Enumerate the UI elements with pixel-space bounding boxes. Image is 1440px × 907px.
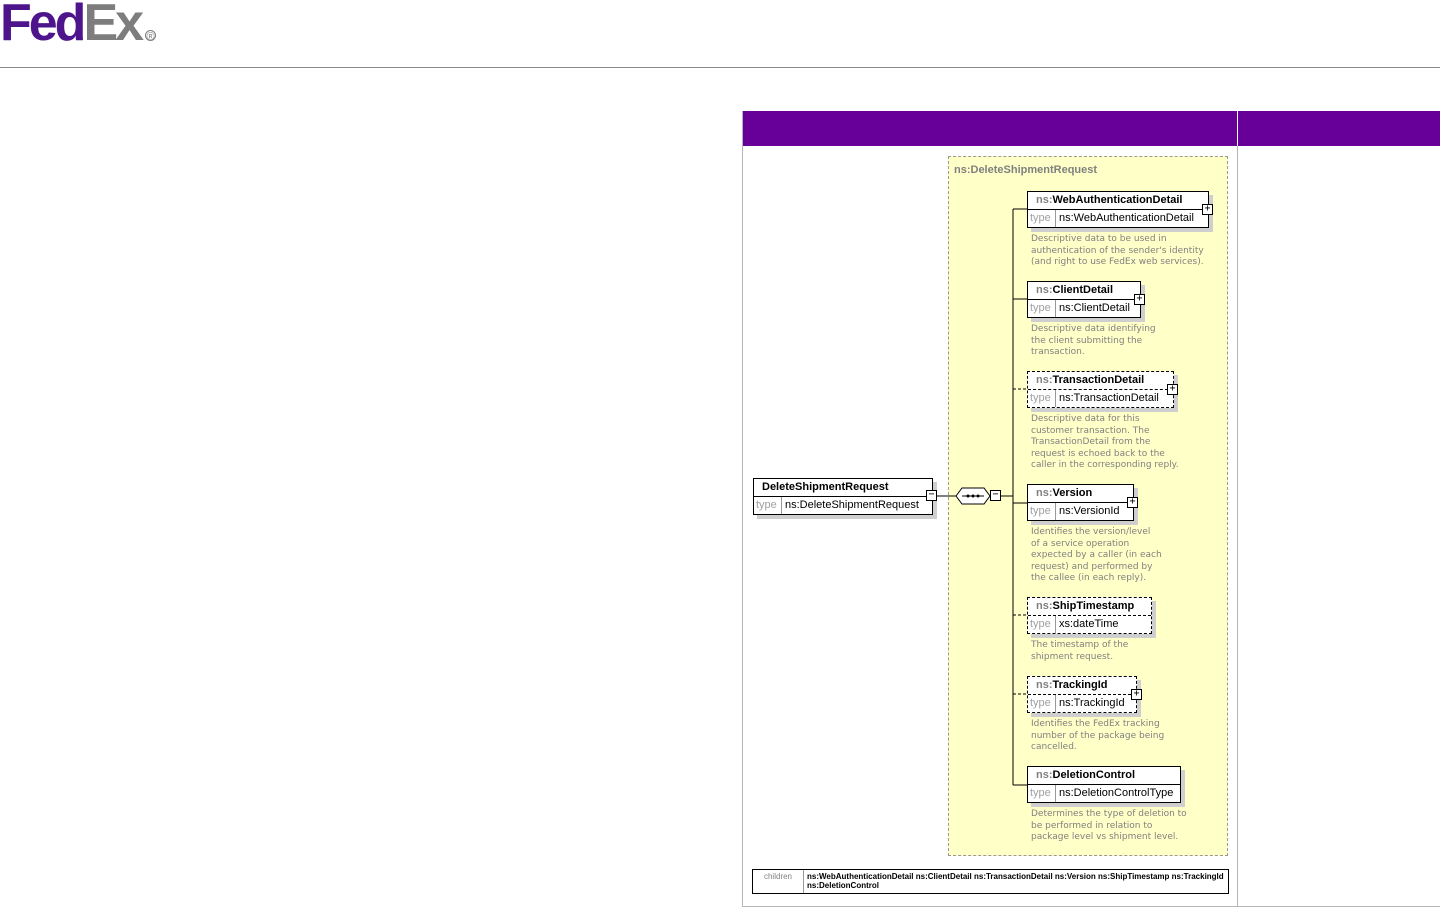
children-label: children (753, 870, 804, 893)
element-description: The timestamp of the shipment request. (1031, 640, 1129, 662)
expand-icon[interactable]: + (1131, 689, 1142, 700)
element-description: Descriptive data identifying the client s… (1031, 324, 1156, 357)
element-description: Identifies the FedEx tracking number of t… (1031, 719, 1165, 752)
element-transaction-detail[interactable]: ns:TransactionDetail type ns:TransactionD… (1027, 371, 1174, 408)
element-tracking-id[interactable]: ns:TrackingId type ns:TrackingId (1027, 676, 1137, 713)
root-element[interactable]: DeleteShipmentRequest type ns:DeleteShipm… (753, 478, 933, 515)
element-client-detail[interactable]: ns:ClientDetail type ns:ClientDetail (1027, 281, 1141, 318)
element-deletion-control[interactable]: ns:DeletionControl type ns:DeletionContro… (1027, 766, 1181, 803)
expand-icon[interactable]: + (1127, 497, 1138, 508)
root-element-name: DeleteShipmentRequest (762, 481, 889, 493)
element-ship-timestamp[interactable]: ns:ShipTimestamp type xs:dateTime (1027, 597, 1152, 634)
element-description: Determines the type of deletion to be per… (1031, 809, 1187, 842)
element-description: Identifies the version/level of a service… (1031, 527, 1162, 583)
collapse-icon[interactable]: − (990, 490, 1001, 501)
children-list: ns:WebAuthenticationDetail ns:ClientDeta… (807, 872, 1224, 890)
element-description: Descriptive data for this customer transa… (1031, 414, 1179, 470)
collapse-icon[interactable]: − (926, 490, 937, 501)
expand-icon[interactable]: + (1134, 294, 1145, 305)
expand-icon[interactable]: + (1167, 384, 1178, 395)
root-type-value: ns:DeleteShipmentRequest (785, 499, 919, 511)
type-key: type (754, 497, 782, 514)
expand-icon[interactable]: + (1202, 204, 1213, 215)
element-version[interactable]: ns:Version type ns:VersionId (1027, 484, 1134, 521)
connector-lines (936, 208, 1027, 786)
element-web-authentication-detail[interactable]: ns:WebAuthenticationDetail type ns:WebAut… (1027, 191, 1209, 228)
children-box: children ns:WebAuthenticationDetail ns:C… (752, 869, 1229, 894)
element-description: Descriptive data to be used in authentica… (1031, 234, 1204, 267)
